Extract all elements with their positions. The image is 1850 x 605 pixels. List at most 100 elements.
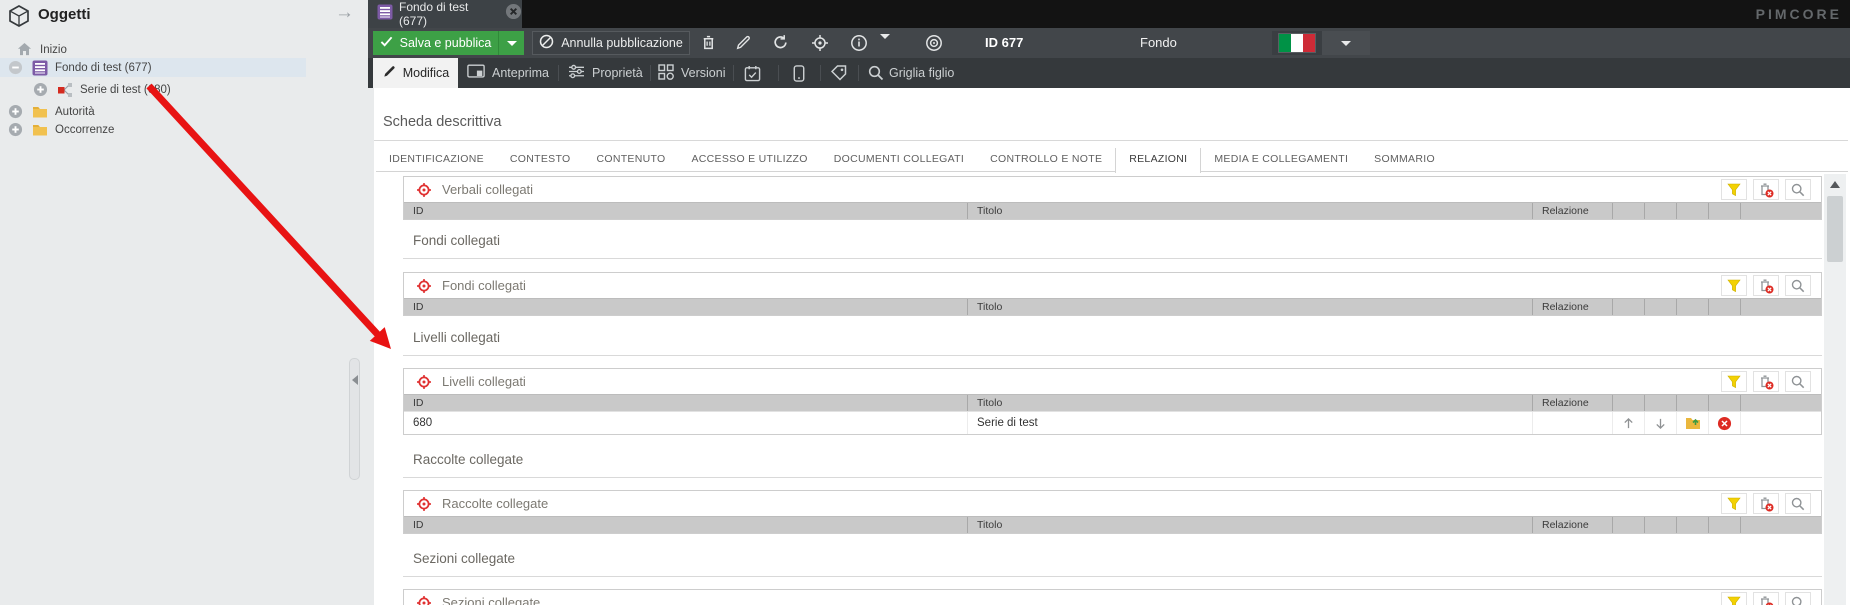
tab-identificazione[interactable]: IDENTIFICAZIONE (376, 148, 497, 172)
preview-eye-icon[interactable] (925, 34, 943, 52)
separator (858, 65, 859, 81)
unpublish-button[interactable]: Annulla pubblicazione (532, 31, 690, 55)
column-relazione[interactable]: Relazione (1533, 203, 1613, 219)
reload-icon[interactable] (772, 34, 790, 52)
tab-versioni[interactable]: Versioni (658, 58, 725, 88)
tree-item-autorita[interactable]: Autorità (0, 102, 306, 121)
column-titolo[interactable]: Titolo (968, 395, 1533, 411)
column-relazione[interactable]: Relazione (1533, 299, 1613, 315)
collapse-minus-icon[interactable] (8, 60, 23, 75)
search-relations-button[interactable] (1785, 371, 1811, 392)
column-titolo[interactable]: Titolo (968, 517, 1533, 533)
column-id[interactable]: ID (404, 517, 968, 533)
expand-plus-icon[interactable] (8, 122, 23, 137)
tree-item-fondo-di-test[interactable]: Fondo di test (677) (0, 58, 306, 77)
search-relations-button[interactable] (1785, 493, 1811, 514)
pimcore-logo: PIMCORE (1755, 6, 1842, 22)
tab-sommario[interactable]: SOMMARIO (1361, 148, 1448, 172)
save-options-dropdown[interactable] (498, 31, 524, 55)
tab-anteprima[interactable]: Anteprima (467, 58, 549, 88)
grid-header: ID Titolo Relazione (404, 516, 1821, 533)
language-dropdown[interactable] (1322, 31, 1370, 55)
column-titolo[interactable]: Titolo (968, 299, 1533, 315)
clear-relations-button[interactable] (1753, 592, 1779, 605)
search-icon[interactable] (868, 65, 886, 83)
clear-relations-button[interactable] (1753, 179, 1779, 200)
column-id[interactable]: ID (404, 395, 968, 411)
expand-plus-icon[interactable] (8, 104, 23, 119)
relation-target-icon (417, 182, 431, 197)
remove-relation-button[interactable] (1709, 412, 1741, 434)
tab-media-e-collegamenti[interactable]: MEDIA E COLLEGAMENTI (1201, 148, 1361, 172)
slide-right-icon[interactable]: → (335, 2, 354, 24)
clear-relations-button[interactable] (1753, 275, 1779, 296)
window-tabbar: Fondo di test (677) PIMCORE (368, 0, 1850, 28)
column-id[interactable]: ID (404, 299, 968, 315)
column-titolo[interactable]: Titolo (968, 203, 1533, 219)
move-down-button[interactable] (1645, 412, 1677, 434)
main-panel: Fondo di test (677) PIMCORE Salva e pubb… (368, 0, 1850, 605)
expand-plus-icon[interactable] (33, 82, 48, 97)
relation-row-680[interactable]: 680 Serie di test (404, 411, 1821, 434)
magnifier-icon (1791, 279, 1805, 292)
tab-modifica[interactable]: Modifica (373, 58, 458, 88)
clear-relations-button[interactable] (1753, 493, 1779, 514)
search-relations-button[interactable] (1785, 275, 1811, 296)
magnifier-icon (1791, 596, 1802, 605)
bookmark-icon[interactable] (793, 65, 811, 83)
filter-button[interactable] (1721, 275, 1747, 296)
column-relazione[interactable]: Relazione (1533, 517, 1613, 533)
info-icon[interactable] (850, 34, 868, 52)
window-tab-fondo-di-test[interactable]: Fondo di test (677) (368, 0, 522, 28)
vertical-scrollbar[interactable] (1824, 174, 1846, 605)
column-id[interactable]: ID (404, 203, 968, 219)
tab-proprieta[interactable]: Proprietà (568, 58, 643, 88)
info-dropdown-caret-icon[interactable] (880, 34, 898, 57)
sliders-icon (568, 64, 585, 82)
cell-titolo: Serie di test (968, 412, 1533, 434)
filter-button[interactable] (1721, 179, 1747, 200)
locate-in-tree-icon[interactable] (811, 34, 829, 52)
open-object-button[interactable] (1677, 412, 1709, 434)
child-grid-label[interactable]: Griglia figlio (889, 66, 954, 80)
language-flag-button[interactable] (1272, 31, 1322, 55)
filter-funnel-icon (1727, 279, 1741, 292)
save-publish-label: Salva e pubblica (399, 36, 492, 50)
filter-button[interactable] (1721, 371, 1747, 392)
move-up-button[interactable] (1613, 412, 1645, 434)
filter-button[interactable] (1721, 592, 1747, 605)
rename-pencil-icon[interactable] (735, 34, 753, 52)
sidebar-collapse-handle[interactable] (349, 358, 360, 480)
column-relazione[interactable]: Relazione (1533, 395, 1613, 411)
search-relations-button[interactable] (1785, 592, 1811, 605)
tree-item-label: Inizio (40, 43, 67, 56)
tab-accesso-e-utilizzo[interactable]: ACCESSO E UTILIZZO (678, 148, 820, 172)
tab-documenti-collegati[interactable]: DOCUMENTI COLLEGATI (821, 148, 977, 172)
tab-relazioni[interactable]: RELAZIONI (1115, 148, 1202, 173)
scrollbar-thumb[interactable] (1827, 196, 1843, 262)
tree-item-occorrenze[interactable]: Occorrenze (0, 120, 306, 139)
cell-id: 680 (404, 412, 968, 434)
save-publish-button[interactable]: Salva e pubblica (373, 31, 498, 55)
delete-icon[interactable] (700, 34, 718, 52)
slash-circle-icon (539, 34, 554, 52)
panel-header: Sezioni collegate (404, 590, 1821, 605)
scroll-up-icon[interactable] (1830, 181, 1840, 188)
column-action (1645, 517, 1677, 533)
delete-table-icon (1761, 596, 1774, 605)
search-relations-button[interactable] (1785, 179, 1811, 200)
tree-item-inizio[interactable]: Inizio (0, 40, 306, 59)
tag-icon[interactable] (830, 65, 849, 83)
filter-button[interactable] (1721, 493, 1747, 514)
tab-contenuto[interactable]: CONTENUTO (583, 148, 678, 172)
separator (733, 65, 734, 81)
schedule-calendar-icon[interactable] (744, 65, 762, 83)
tab-contesto[interactable]: CONTESTO (497, 148, 584, 172)
tree-item-serie-di-test[interactable]: Serie di test (680) (0, 80, 306, 99)
clear-relations-button[interactable] (1753, 371, 1779, 392)
column-filler (1741, 203, 1821, 219)
pencil-icon (382, 64, 397, 82)
tab-controllo-e-note[interactable]: CONTROLLO E NOTE (977, 148, 1115, 172)
sidebar-title: Oggetti (38, 6, 91, 23)
close-tab-icon[interactable] (505, 3, 522, 25)
